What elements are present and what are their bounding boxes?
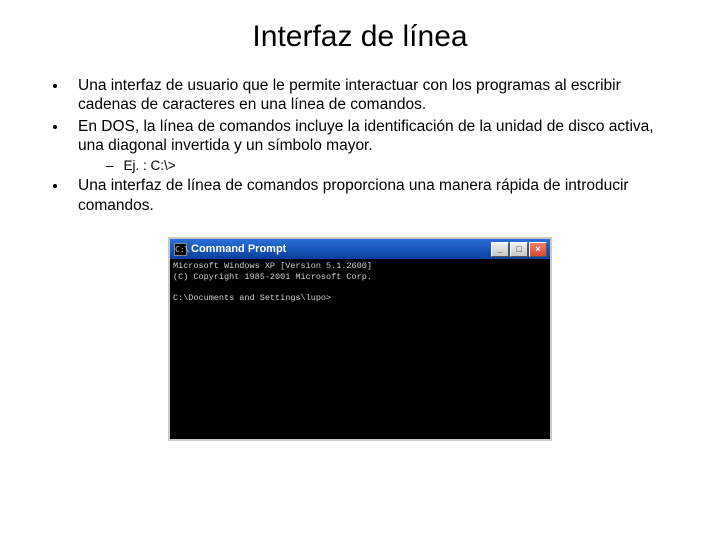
screenshot-container: C:\ Command Prompt _ □ × Microsoft Windo…: [40, 237, 680, 441]
bullet-item: Una interfaz de línea de comandos propor…: [68, 176, 680, 215]
terminal-line: (C) Copyright 1985-2001 Microsoft Corp.: [173, 272, 372, 282]
window-title: Command Prompt: [191, 243, 487, 255]
command-prompt-window: C:\ Command Prompt _ □ × Microsoft Windo…: [168, 237, 552, 441]
maximize-button[interactable]: □: [510, 242, 528, 257]
bullet-list: Una interfaz de usuario que le permite i…: [40, 76, 680, 215]
bullet-text: En DOS, la línea de comandos incluye la …: [78, 118, 654, 154]
minimize-button[interactable]: _: [491, 242, 509, 257]
terminal-output: Microsoft Windows XP [Version 5.1.2600] …: [170, 259, 550, 439]
slide-title: Interfaz de línea: [40, 20, 680, 54]
terminal-line: Microsoft Windows XP [Version 5.1.2600]: [173, 261, 372, 271]
sub-bullet-item: Ej. : C:\>: [106, 158, 680, 175]
window-titlebar: C:\ Command Prompt _ □ ×: [170, 239, 550, 259]
window-controls: _ □ ×: [491, 242, 547, 257]
bullet-item: En DOS, la línea de comandos incluye la …: [68, 117, 680, 175]
bullet-item: Una interfaz de usuario que le permite i…: [68, 76, 680, 115]
sub-bullet-list: Ej. : C:\>: [78, 158, 680, 175]
terminal-prompt: C:\Documents and Settings\lupo>: [173, 293, 331, 303]
terminal-icon: C:\: [174, 243, 187, 256]
close-button[interactable]: ×: [529, 242, 547, 257]
